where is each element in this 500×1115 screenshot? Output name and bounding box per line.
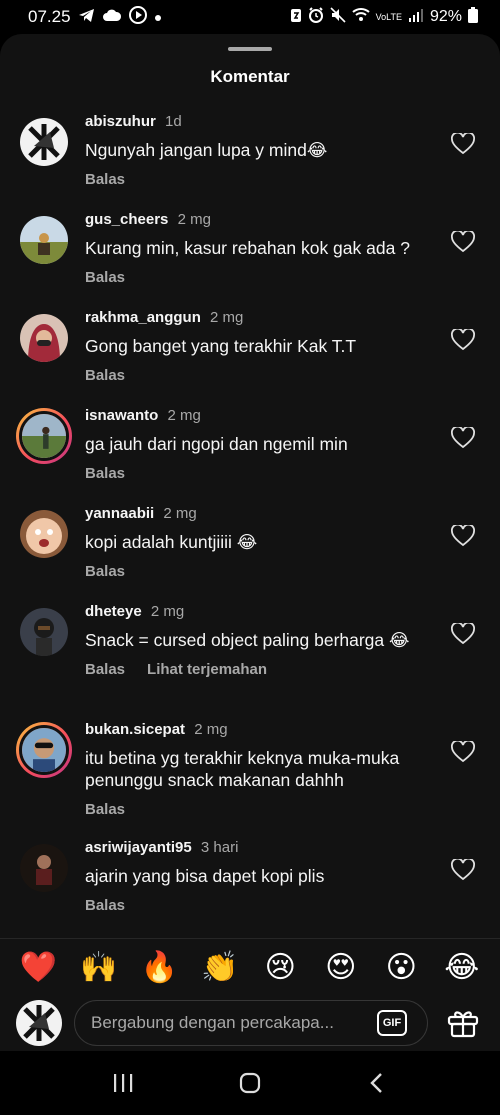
avatar[interactable]: [20, 216, 68, 264]
status-right: VoLTE 92%: [290, 6, 478, 28]
reply-button[interactable]: Balas: [85, 563, 125, 580]
comment-item: bukan.sicepat 2 mg itu betina yg terakhi…: [0, 721, 500, 839]
reaction-heart[interactable]: ❤️: [18, 950, 58, 985]
comment-username[interactable]: dheteye: [85, 603, 142, 620]
comment-time: 2 mg: [167, 407, 201, 424]
like-heart-icon[interactable]: [451, 131, 475, 155]
reaction-crying[interactable]: 😢: [260, 950, 300, 985]
reaction-raising-hands[interactable]: 🙌: [79, 950, 119, 985]
reply-button[interactable]: Balas: [85, 465, 125, 482]
like-heart-icon[interactable]: [451, 327, 475, 351]
comment-time: 2 mg: [177, 211, 211, 228]
comment-username[interactable]: rakhma_anggun: [85, 309, 201, 326]
comment-time: 2 mg: [194, 721, 228, 738]
reply-button[interactable]: Balas: [85, 367, 125, 384]
home-icon[interactable]: [230, 1063, 270, 1103]
comment-username[interactable]: abiszuhur: [85, 113, 156, 130]
like-heart-icon[interactable]: [451, 739, 475, 763]
comment-time: 2 mg: [210, 309, 244, 326]
reaction-fire[interactable]: 🔥: [139, 950, 179, 985]
sheet-drag-handle[interactable]: [228, 47, 272, 51]
comment-time: 1d: [165, 113, 182, 130]
reply-button[interactable]: Balas: [85, 661, 125, 678]
comment-text: Snack = cursed object paling berharga 😂: [85, 630, 410, 650]
comment-time: 2 mg: [150, 603, 185, 620]
mute-icon: [330, 6, 346, 28]
comment-username[interactable]: asriwijayanti95: [85, 839, 192, 856]
comment-username[interactable]: yannaabii: [85, 505, 154, 522]
comment-text: Kurang min, kasur rebahan kok gak ada ?: [85, 238, 410, 258]
avatar[interactable]: [20, 844, 68, 892]
back-icon[interactable]: [357, 1063, 397, 1103]
like-heart-icon[interactable]: [451, 425, 475, 449]
gift-icon[interactable]: [447, 1008, 479, 1038]
comment-time: 2 mg: [163, 505, 197, 522]
like-heart-icon[interactable]: [451, 523, 475, 547]
reaction-clapping[interactable]: 👏: [200, 950, 240, 985]
avatar-story-ring[interactable]: [16, 408, 72, 464]
comment-text: Ngunyah jangan lupa y mind😂: [85, 140, 328, 160]
avatar[interactable]: [20, 510, 68, 558]
status-bar: 07.25 VoLTE 92%: [0, 0, 500, 34]
avatar[interactable]: [20, 608, 68, 656]
reaction-surprised[interactable]: 😮: [381, 950, 421, 985]
data-saver-icon: [290, 7, 302, 28]
comment-list[interactable]: abiszuhur 1d Ngunyah jangan lupa y mind😂…: [0, 113, 500, 929]
comment-input-placeholder: Bergabung dengan percakapa...: [91, 1013, 334, 1032]
status-time: 07.25: [28, 7, 71, 26]
comment-text: ajarin yang bisa dapet kopi plis: [85, 866, 325, 886]
reply-button[interactable]: Balas: [85, 897, 125, 914]
notification-dot-icon: [154, 7, 162, 27]
comment-input[interactable]: Bergabung dengan percakapa... GIF: [74, 1000, 428, 1046]
comment-username[interactable]: bukan.sicepat: [85, 721, 185, 738]
alarm-icon: [308, 6, 324, 28]
my-avatar: [16, 1000, 62, 1046]
comment-text: ga jauh dari ngopi dan ngemil min: [85, 434, 348, 454]
comment-username[interactable]: isnawanto: [85, 407, 158, 424]
sheet-title: Komentar: [210, 67, 290, 86]
cloud-icon: [102, 7, 122, 27]
avatar-story-ring[interactable]: [16, 722, 72, 778]
wifi-icon: [351, 7, 370, 27]
battery-percent: 92%: [429, 8, 462, 25]
comment-item: rakhma_anggun 2 mg Gong banget yang tera…: [0, 309, 500, 407]
like-heart-icon[interactable]: [451, 621, 475, 645]
signal-icon: [408, 8, 424, 27]
system-nav-bar: [0, 1051, 500, 1115]
comment-item: yannaabii 2 mg kopi adalah kuntjiiii 😂 B…: [0, 505, 500, 603]
comment-text: Gong banget yang terakhir Kak T.T: [85, 336, 357, 356]
comment-time: 3 hari: [200, 839, 239, 856]
telegram-icon: [78, 8, 95, 26]
see-translation-link[interactable]: Lihat terjemahan: [147, 661, 267, 678]
status-left: 07.25: [28, 5, 162, 29]
comment-username[interactable]: gus_cheers: [85, 211, 168, 228]
avatar[interactable]: [20, 118, 68, 166]
volte-icon: VoLTE: [375, 11, 402, 22]
comment-item: gus_cheers 2 mg Kurang min, kasur rebaha…: [0, 211, 500, 309]
comments-sheet: Komentar abiszuhur 1d Ngunyah jangan lup…: [0, 34, 500, 1051]
reply-button[interactable]: Balas: [85, 171, 125, 188]
comment-item: asriwijayanti95 3 hari ajarin yang bisa …: [0, 839, 500, 929]
reaction-heart-eyes[interactable]: 😍: [321, 950, 361, 985]
like-heart-icon[interactable]: [451, 857, 475, 881]
media-play-icon: [128, 5, 147, 29]
battery-icon: [468, 6, 478, 28]
avatar[interactable]: [20, 314, 68, 362]
comment-item: abiszuhur 1d Ngunyah jangan lupa y mind😂…: [0, 113, 500, 211]
reply-button[interactable]: Balas: [85, 801, 125, 818]
quick-reactions-bar: ❤️ 🙌 🔥 👏 😢 😍 😮 😂: [0, 938, 500, 996]
comment-text: itu betina yg terakhir keknya muka-muka …: [85, 748, 400, 790]
reply-button[interactable]: Balas: [85, 269, 125, 286]
like-heart-icon[interactable]: [451, 229, 475, 253]
reaction-laughing[interactable]: 😂: [442, 950, 482, 985]
gif-button[interactable]: GIF: [377, 1010, 407, 1036]
comment-item: dheteye 2 mg Snack = cursed object palin…: [0, 603, 500, 721]
comment-text: kopi adalah kuntjiiii 😂: [85, 532, 258, 552]
comment-composer: Bergabung dengan percakapa... GIF: [0, 996, 500, 1051]
recent-apps-icon[interactable]: [103, 1063, 143, 1103]
comment-item: isnawanto 2 mg ga jauh dari ngopi dan ng…: [0, 407, 500, 505]
